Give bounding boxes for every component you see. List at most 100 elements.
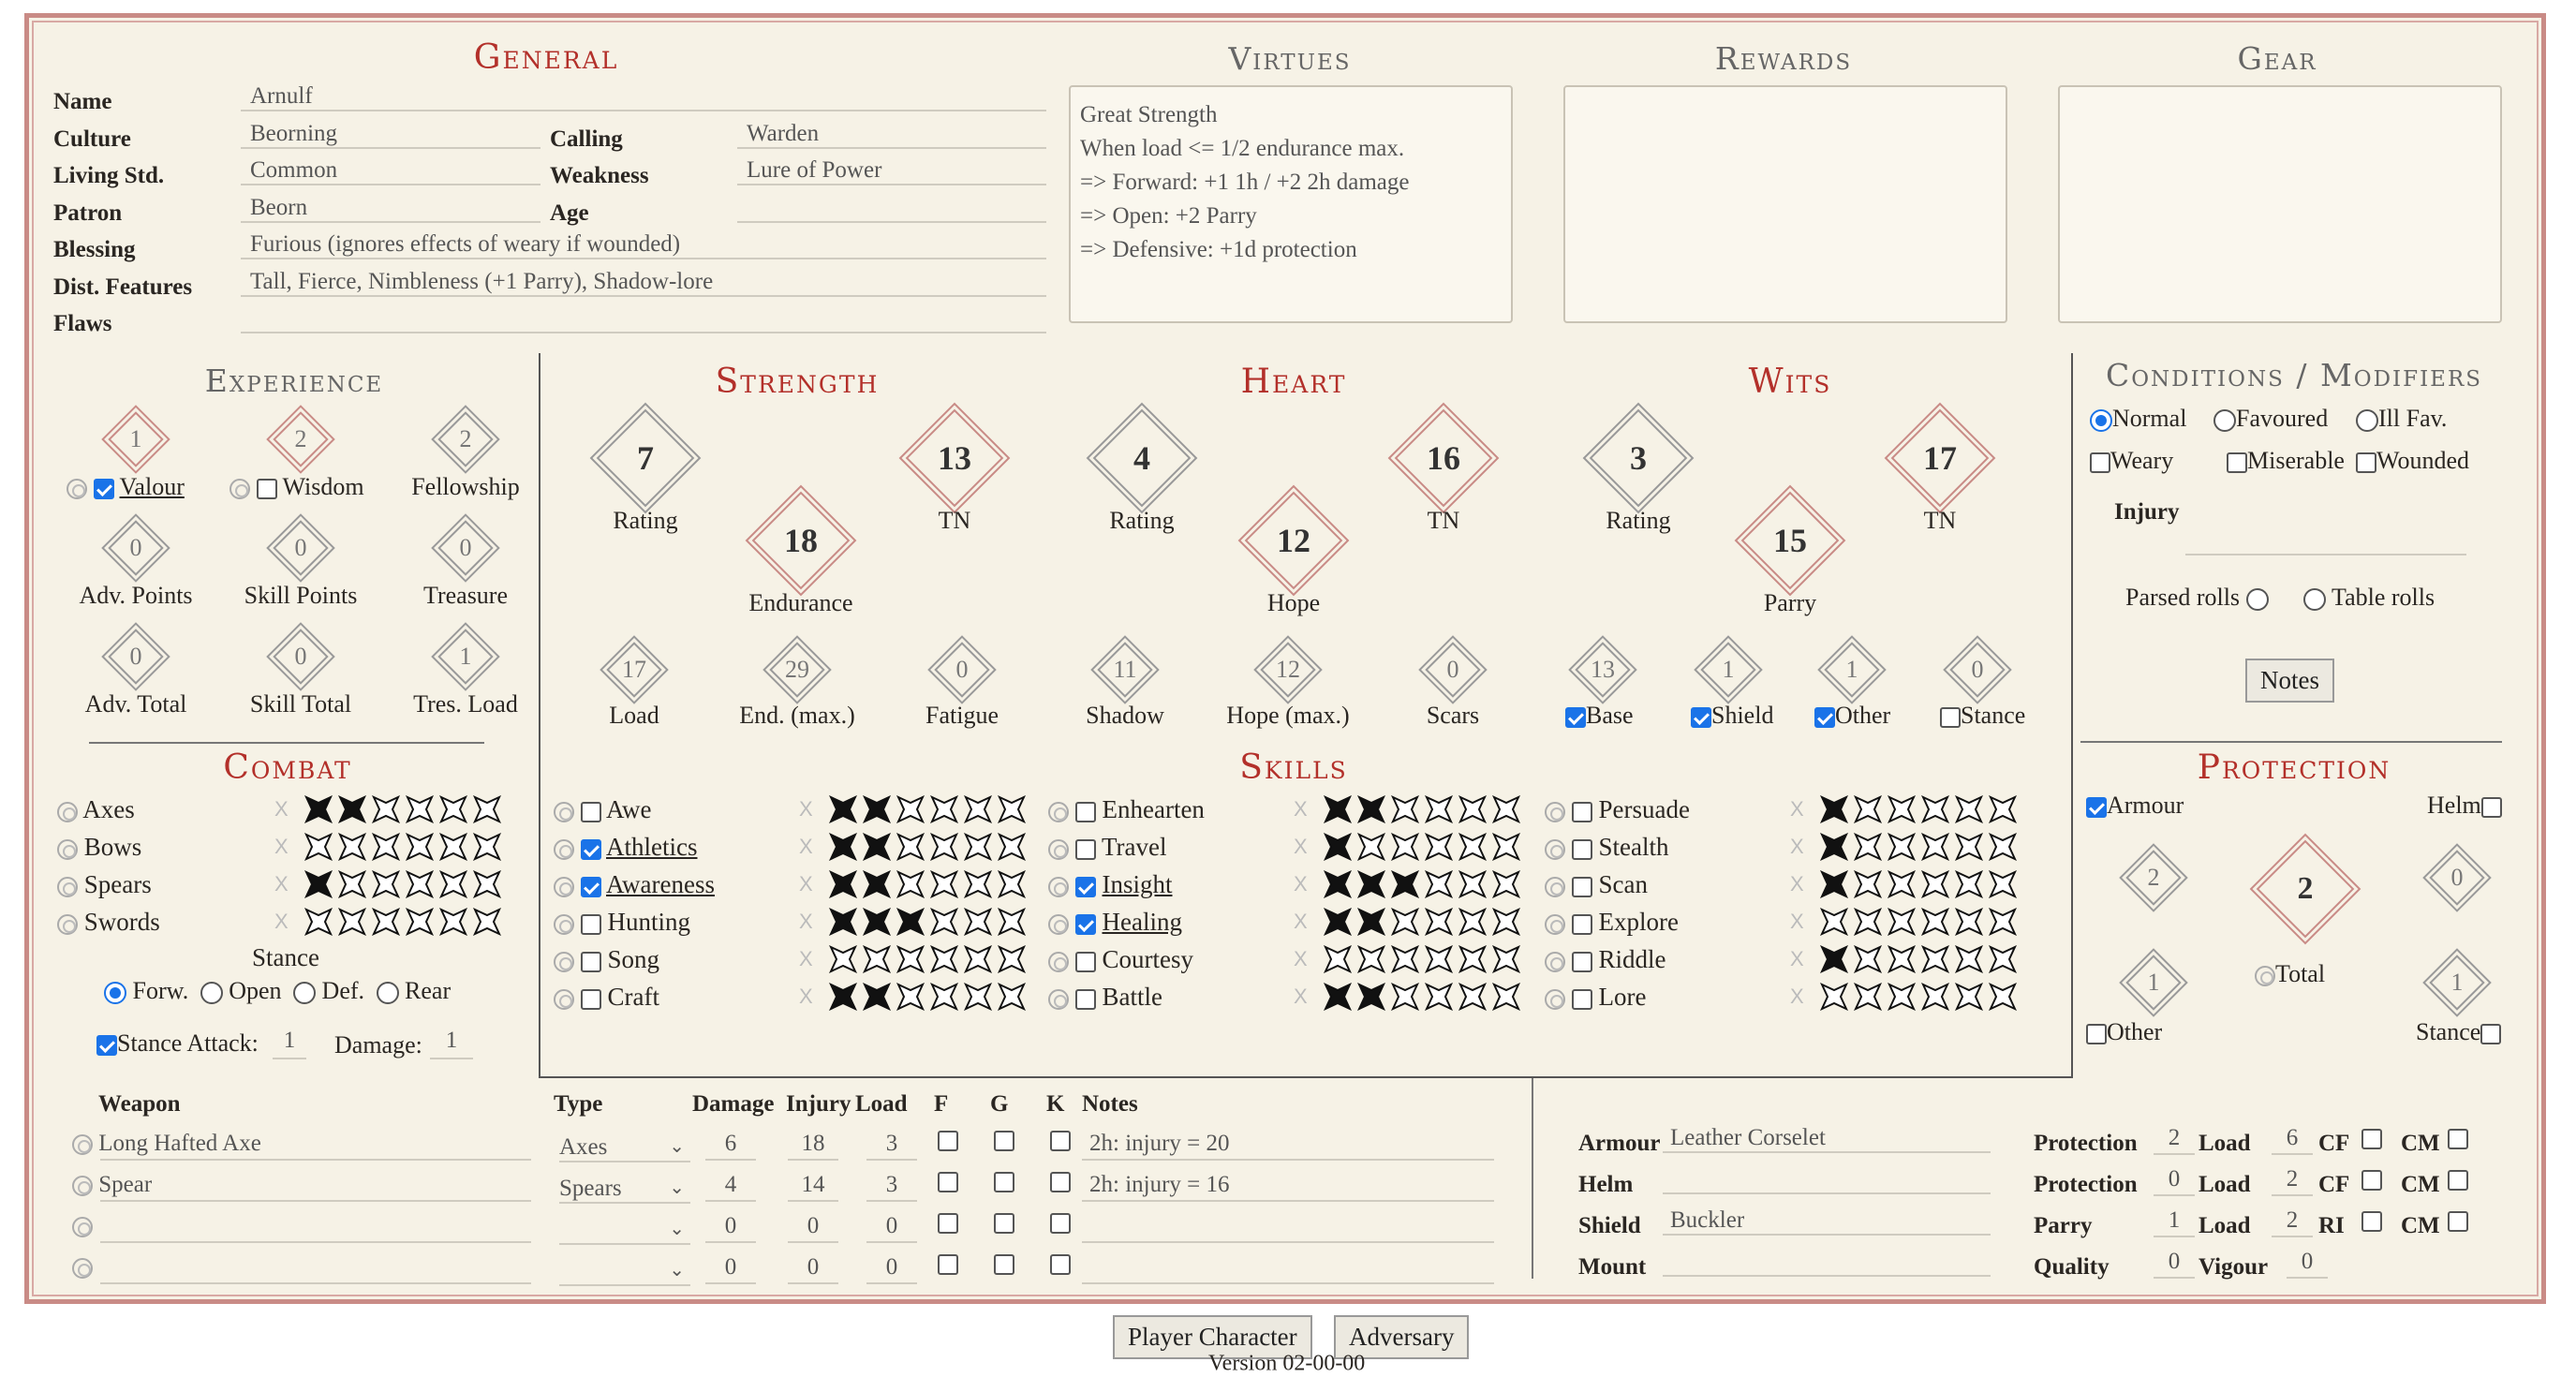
- dice-icon[interactable]: [554, 801, 574, 822]
- dice-icon[interactable]: [2255, 966, 2275, 987]
- stance-defence-toggle[interactable]: Stance: [1940, 702, 2025, 730]
- ri-checkbox[interactable]: [2361, 1211, 2382, 1232]
- favoured-checkbox[interactable]: [1571, 951, 1592, 972]
- close-icon[interactable]: X: [274, 872, 289, 896]
- ill-favoured-radio[interactable]: [2356, 409, 2378, 433]
- skill-rank[interactable]: [1819, 794, 2018, 824]
- close-icon[interactable]: X: [274, 797, 289, 822]
- hope-diamond[interactable]: 12: [1235, 481, 1353, 600]
- weapon-load-field[interactable]: 3: [866, 1131, 917, 1161]
- close-icon[interactable]: X: [1294, 835, 1308, 859]
- close-icon[interactable]: X: [274, 835, 289, 859]
- cm-checkbox-2[interactable]: [2448, 1170, 2468, 1191]
- skill-rank[interactable]: [828, 794, 1027, 824]
- skill-total-diamond[interactable]: 0: [264, 620, 337, 693]
- weapon-injury-field[interactable]: 14: [788, 1172, 838, 1202]
- dice-icon[interactable]: [57, 876, 78, 897]
- name-field[interactable]: Arnulf: [250, 83, 313, 110]
- protection-field-2[interactable]: 0: [2154, 1166, 2195, 1196]
- close-icon[interactable]: X: [274, 910, 289, 934]
- close-icon[interactable]: X: [1790, 835, 1804, 859]
- stance-rear-radio[interactable]: [376, 982, 399, 1005]
- weapon-notes-field[interactable]: 2h: injury = 20: [1089, 1131, 1230, 1157]
- shield-defence-diamond[interactable]: 1: [1692, 633, 1765, 706]
- blessing-field[interactable]: Furious (ignores effects of weary if wou…: [250, 231, 680, 258]
- weapon-injury-field[interactable]: 0: [788, 1213, 838, 1243]
- scars-diamond[interactable]: 0: [1416, 633, 1489, 706]
- dice-icon[interactable]: [57, 801, 78, 822]
- skill-rank[interactable]: [828, 982, 1027, 1012]
- cm-checkbox-1[interactable]: [2448, 1129, 2468, 1149]
- load-diamond[interactable]: 17: [598, 633, 671, 706]
- close-icon[interactable]: X: [799, 947, 813, 971]
- combat-skill-rank[interactable]: [303, 907, 502, 937]
- dice-icon[interactable]: [1545, 801, 1565, 822]
- favoured-checkbox[interactable]: [1571, 876, 1592, 897]
- culture-field[interactable]: Beorning: [250, 121, 337, 147]
- dice-icon[interactable]: [1545, 838, 1565, 860]
- damage-field[interactable]: 1: [430, 1028, 473, 1059]
- base-defence-checkbox[interactable]: [1565, 707, 1586, 729]
- prot-other-toggle[interactable]: Other: [2086, 1018, 2162, 1046]
- skill-rank[interactable]: [1323, 794, 1521, 824]
- parsed-rolls-option[interactable]: Parsed rolls: [2125, 584, 2269, 612]
- load-field-3[interactable]: 2: [2272, 1207, 2313, 1237]
- dice-icon[interactable]: [67, 479, 87, 500]
- favoured-checkbox[interactable]: [580, 876, 601, 897]
- weapon-damage-field[interactable]: 0: [705, 1254, 756, 1284]
- condition-miserable[interactable]: Miserable: [2227, 447, 2345, 475]
- wounded-checkbox[interactable]: [2356, 452, 2376, 474]
- close-icon[interactable]: X: [799, 985, 813, 1009]
- valour-diamond[interactable]: 1: [99, 403, 172, 476]
- dice-icon[interactable]: [1545, 913, 1565, 935]
- features-field[interactable]: Tall, Fierce, Nimbleness (+1 Parry), Sha…: [250, 269, 713, 295]
- dice-icon[interactable]: [72, 1176, 93, 1197]
- f-checkbox[interactable]: [938, 1254, 958, 1275]
- wits-rating-diamond[interactable]: 3: [1579, 399, 1697, 517]
- favoured-checkbox[interactable]: [580, 913, 601, 935]
- close-icon[interactable]: X: [1790, 797, 1804, 822]
- dice-icon[interactable]: [72, 1258, 93, 1280]
- dice-icon[interactable]: [554, 988, 574, 1010]
- favoured-checkbox[interactable]: [1074, 838, 1096, 860]
- favoured-checkbox[interactable]: [1074, 876, 1096, 897]
- load-field-2[interactable]: 2: [2272, 1166, 2313, 1196]
- favoured-checkbox[interactable]: [1074, 988, 1096, 1010]
- weapon-load-field[interactable]: 3: [866, 1172, 917, 1202]
- dice-icon[interactable]: [57, 838, 78, 860]
- close-icon[interactable]: X: [1294, 797, 1308, 822]
- other-defence-diamond[interactable]: 1: [1815, 633, 1888, 706]
- weapon-name-field[interactable]: Spear: [98, 1172, 152, 1197]
- skill-rank[interactable]: [1819, 907, 2018, 937]
- virtues-textarea[interactable]: Great Strength When load <= 1/2 enduranc…: [1069, 85, 1513, 323]
- weary-checkbox[interactable]: [2090, 452, 2110, 474]
- skill-rank[interactable]: [1323, 944, 1521, 974]
- weapon-type-select[interactable]: Axes ⌄: [559, 1134, 690, 1162]
- skill-rank[interactable]: [828, 869, 1027, 899]
- notes-button[interactable]: Notes: [2245, 659, 2334, 703]
- cm-checkbox-3[interactable]: [2448, 1211, 2468, 1232]
- vigour-field[interactable]: 0: [2287, 1249, 2328, 1279]
- injury-field[interactable]: [2185, 527, 2466, 555]
- dice-icon[interactable]: [57, 913, 78, 935]
- prot-stance-diamond[interactable]: 1: [2421, 946, 2494, 1019]
- base-defence-toggle[interactable]: Base: [1565, 702, 1634, 730]
- dice-icon[interactable]: [1048, 876, 1069, 897]
- dice-icon[interactable]: [554, 876, 574, 897]
- dice-icon[interactable]: [72, 1134, 93, 1156]
- calling-field[interactable]: Warden: [747, 121, 819, 147]
- treasure-diamond[interactable]: 0: [429, 511, 502, 585]
- stance-open-radio[interactable]: [200, 982, 223, 1005]
- prot-stance-toggle[interactable]: Stance: [2416, 1018, 2502, 1046]
- weapon-damage-field[interactable]: 6: [705, 1131, 756, 1161]
- endurance-diamond[interactable]: 18: [742, 481, 860, 600]
- favoured-checkbox[interactable]: [1571, 801, 1592, 822]
- table-rolls-option[interactable]: Table rolls: [2303, 584, 2435, 612]
- rewards-textarea[interactable]: [1563, 85, 2007, 323]
- close-icon[interactable]: X: [799, 872, 813, 896]
- dice-icon[interactable]: [1545, 988, 1565, 1010]
- favoured-checkbox[interactable]: [1571, 913, 1592, 935]
- stance-defence-checkbox[interactable]: [1940, 707, 1961, 729]
- favoured-checkbox[interactable]: [1074, 913, 1096, 935]
- weapon-injury-field[interactable]: 18: [788, 1131, 838, 1161]
